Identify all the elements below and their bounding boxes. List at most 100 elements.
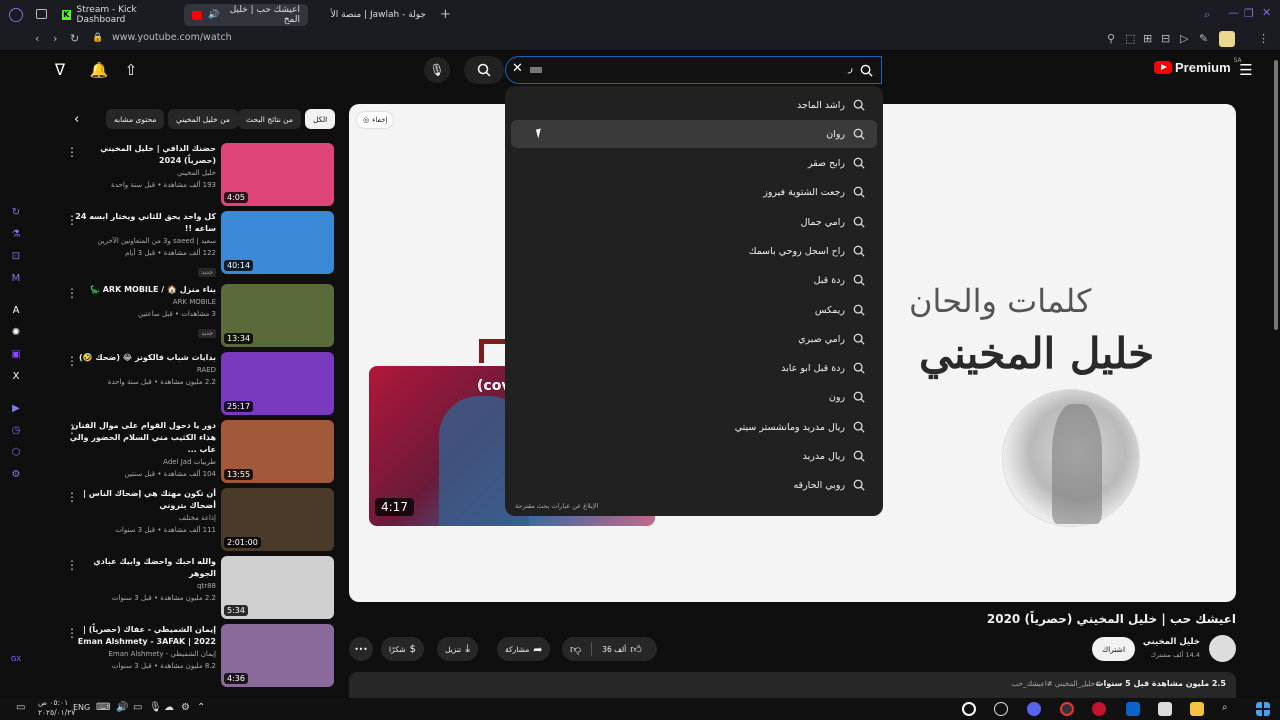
video-title[interactable]: حضنك الدافي | خليل المخيني (حصرياً) 2024 [68, 143, 216, 167]
chips-back-icon[interactable]: ‹ [74, 112, 79, 127]
like-count[interactable]: 36 ألف [602, 645, 626, 654]
video-title[interactable]: بناء منزل 🏠 / ARK MOBILE 🦕 [68, 284, 216, 296]
aria-icon[interactable]: A [9, 305, 23, 319]
create-icon[interactable]: ᐁ [48, 58, 72, 82]
taskbar-outlook-icon[interactable] [1126, 702, 1140, 716]
more-options-icon[interactable]: ⋮ [66, 490, 78, 504]
channel-avatar[interactable] [1209, 635, 1236, 662]
tray-app2-icon[interactable]: ⚙ [181, 702, 195, 716]
notes-icon[interactable]: ⚗ [9, 229, 23, 243]
page-scrollbar[interactable] [1272, 50, 1280, 698]
related-video-item[interactable]: 25:17 بدايات شباب فالكونز 😂 (ضحك 🤣) RAED 2.… [60, 352, 334, 416]
keyboard-icon[interactable]: ⌨ [96, 702, 110, 716]
minimize-icon[interactable]: — [1228, 6, 1239, 19]
share-button[interactable]: مشاركة ➦ [497, 637, 551, 661]
channel-name[interactable]: RAED [68, 364, 216, 376]
suggestion-item[interactable]: ريال مدريد [511, 442, 877, 470]
taskbar-discord-icon[interactable] [1027, 702, 1041, 716]
taskbar-store-icon[interactable] [1158, 702, 1172, 716]
suggestion-item[interactable]: ردة قبل [511, 266, 877, 294]
profile-icon[interactable] [9, 8, 23, 22]
reload-icon[interactable]: ↻ [70, 32, 79, 45]
video-title[interactable]: دور يا دحول القوام على موال الفنان هذاء … [68, 420, 216, 456]
more-options-icon[interactable]: ⋮ [66, 626, 78, 640]
scrollbar-thumb[interactable] [1274, 60, 1278, 330]
chatgpt-icon[interactable]: ✺ [9, 327, 23, 341]
chip-from-channel[interactable]: من خليل المخيني [168, 109, 238, 129]
suggestion-item[interactable]: راح اسجل روحي باسمك [511, 237, 877, 265]
box-icon[interactable]: ⬡ [9, 447, 23, 461]
suggestion-item[interactable]: ريال مدريد ومانشستر سيتي [511, 413, 877, 441]
video-thumbnail[interactable]: 4:36 [221, 624, 334, 687]
more-options-icon[interactable]: ⋮ [66, 213, 78, 227]
taskbar-media-icon[interactable] [1060, 702, 1074, 716]
thanks-button[interactable]: شكرًا $ [381, 637, 425, 661]
extension-icon[interactable]: ⊟ [1161, 32, 1170, 45]
video-thumbnail[interactable]: 4:05 [221, 143, 334, 206]
start-icon[interactable] [1256, 702, 1270, 716]
show-hidden-icons[interactable]: ⌃ [197, 702, 211, 716]
video-thumbnail[interactable]: 13:34 [221, 284, 334, 347]
related-video-item[interactable]: 2:01:00 أن تكون مهتك هي إضحاك الناس | أضح… [60, 488, 334, 552]
forward-icon[interactable]: › [53, 32, 57, 45]
suggestion-item[interactable]: ردة قبل ابو عابد [511, 354, 877, 382]
dislike-icon[interactable]: 👎︎ [570, 643, 581, 656]
screenshot-icon[interactable]: ⬚ [1125, 32, 1135, 45]
suggestion-item[interactable]: ريمكس [511, 296, 877, 324]
video-title[interactable]: بدايات شباب فالكونز 😂 (ضحك 🤣) [68, 352, 216, 364]
url-field[interactable]: www.youtube.com/watch [112, 32, 232, 43]
related-video-item[interactable]: 4:05 حضنك الدافي | خليل المخيني (حصرياً) … [60, 143, 334, 207]
suggestion-item[interactable]: رامي صبري [511, 325, 877, 353]
chip-all[interactable]: الكل [305, 109, 336, 129]
channel-name[interactable]: طربيات Adel Jad [68, 456, 216, 468]
tray-app-icon[interactable]: ☁ [164, 702, 178, 716]
suggestion-item[interactable]: راشد الماجد [511, 91, 877, 119]
download-button[interactable]: تنزيل ⤓ [437, 637, 479, 661]
taskbar-search-icon[interactable]: ⌕ [1222, 702, 1236, 716]
channel-name[interactable]: qtr88 [68, 580, 216, 592]
suggestion-item[interactable]: رون [511, 383, 877, 411]
language-indicator[interactable]: ENG [73, 703, 90, 712]
volume-icon[interactable]: 🔊 [116, 702, 130, 716]
suggestion-item[interactable]: رامي جمال [511, 208, 877, 236]
video-title[interactable]: إيمان الشميطي - عفاك (حصرياً) | 2022 | E… [68, 624, 216, 648]
guide-menu-icon[interactable]: ☰ [1234, 58, 1258, 82]
channel-name[interactable]: إيمان الشميطي - Eman Alshmety [68, 648, 216, 660]
video-thumbnail[interactable]: 5:34 [221, 556, 334, 619]
back-icon[interactable]: ‹ [35, 32, 39, 45]
youtube-logo[interactable]: Premium SA [1154, 57, 1242, 75]
more-options-icon[interactable]: ⋮ [66, 558, 78, 572]
tab-jawlah[interactable]: جولة - Jawlah | منصة الأ [312, 4, 434, 26]
search-button[interactable] [464, 56, 504, 84]
suggestion-item[interactable]: رابح صقر [511, 149, 877, 177]
video-thumbnail[interactable]: 25:17 [221, 352, 334, 415]
related-video-item[interactable]: 13:34 بناء منزل 🏠 / ARK MOBILE 🦕 ARK MOBIL… [60, 284, 334, 348]
network-icon[interactable]: ▭ [133, 702, 147, 716]
channel-name[interactable]: خليل المخيني [1143, 637, 1200, 647]
player-icon[interactable]: ▶ [9, 403, 23, 417]
x-icon[interactable]: X [9, 371, 23, 385]
chip-similar[interactable]: محتوى مشابه [106, 109, 165, 129]
settings-icon[interactable]: ⚙ [9, 469, 23, 483]
mail-icon[interactable]: M [9, 273, 23, 287]
search-tabs-icon[interactable]: ⌕ [1204, 8, 1210, 22]
search-input[interactable]: ✕ ر [505, 56, 882, 84]
description-box[interactable]: 2.5 مليون مشاهدة قبل 5 سنوات #خليل_المخي… [349, 672, 1236, 698]
restore-icon[interactable]: ❐ [1244, 7, 1254, 20]
mic-tray-icon[interactable]: 🎙 [149, 702, 163, 716]
pin-icon[interactable]: ✎ [1199, 32, 1208, 45]
channel-name[interactable]: سعيد | saeed و3 من المتعاونين الآخرين [68, 235, 216, 247]
more-options-icon[interactable]: ⋮ [66, 354, 78, 368]
history-icon[interactable]: ↻ [9, 207, 23, 221]
subscribe-button[interactable]: اشتراك [1092, 637, 1136, 661]
gx-icon[interactable]: GX [9, 655, 23, 669]
taskbar-opera-icon[interactable] [1092, 702, 1106, 716]
tab-youtube[interactable]: اعيشك حب | خليل المخ 🔊 [184, 4, 308, 26]
taskbar-obs-icon[interactable] [962, 702, 976, 716]
suggestion-item[interactable]: رجعت الشتوية فيروز [511, 178, 877, 206]
downloads-icon[interactable]: ⊡ [9, 251, 23, 265]
upload-icon[interactable]: ⇧ [119, 58, 143, 82]
like-icon[interactable]: 👍︎ [630, 643, 642, 656]
more-options-icon[interactable]: ⋮ [66, 145, 78, 159]
user-ext-icon[interactable] [1219, 31, 1235, 47]
